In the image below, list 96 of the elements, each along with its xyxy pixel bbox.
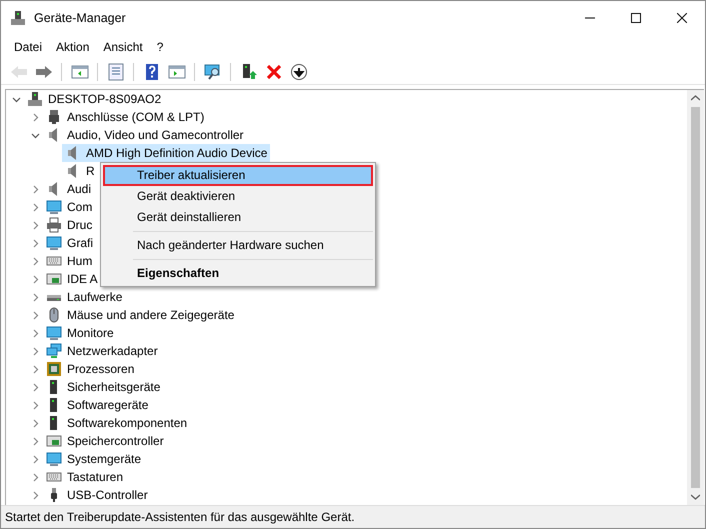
chevron-right-icon[interactable] bbox=[30, 256, 40, 266]
tree-item[interactable]: Tastaturen bbox=[43, 468, 126, 486]
tree-item[interactable]: Grafi bbox=[43, 234, 96, 252]
chevron-right-icon[interactable] bbox=[30, 238, 40, 248]
processor-icon bbox=[46, 361, 62, 377]
device-label: Anschlüsse (COM & LPT) bbox=[67, 110, 204, 124]
menu-item[interactable]: Aktion bbox=[49, 40, 96, 54]
device-label: Speichercontroller bbox=[67, 434, 164, 448]
tree-item[interactable]: Mäuse und andere Zeigegeräte bbox=[43, 306, 238, 324]
device-label: DESKTOP-8S09AO2 bbox=[48, 92, 162, 106]
tree-item[interactable]: DESKTOP-8S09AO2 bbox=[24, 90, 164, 108]
tree-item[interactable]: Com bbox=[43, 198, 96, 216]
menu-item[interactable]: Eigenschaften bbox=[103, 263, 373, 284]
chevron-right-icon[interactable] bbox=[30, 382, 40, 392]
device-label: Audi bbox=[67, 182, 92, 196]
chevron-right-icon[interactable] bbox=[30, 472, 40, 482]
chevron-right-icon[interactable] bbox=[30, 112, 40, 122]
monitor-icon bbox=[46, 451, 62, 467]
chevron-right-icon[interactable] bbox=[30, 292, 40, 302]
tree-item[interactable]: Speichercontroller bbox=[43, 432, 167, 450]
tree-item[interactable]: Laufwerke bbox=[43, 288, 126, 306]
device-label: Laufwerke bbox=[67, 290, 122, 304]
circuit-board-icon bbox=[46, 271, 62, 287]
circuit-board-icon bbox=[46, 433, 62, 449]
device-label: Hum bbox=[67, 254, 92, 268]
device-label: USB-Controller bbox=[67, 488, 148, 502]
window-title: Geräte-Manager bbox=[34, 10, 126, 24]
chevron-right-icon[interactable] bbox=[30, 184, 40, 194]
tree-item[interactable]: Monitore bbox=[43, 324, 117, 342]
chevron-right-icon[interactable] bbox=[30, 310, 40, 320]
tree-item[interactable]: Systemgeräte bbox=[43, 450, 144, 468]
chevron-down-icon[interactable] bbox=[12, 94, 20, 104]
device-label: Mäuse und andere Zeigegeräte bbox=[67, 308, 234, 322]
close-icon[interactable] bbox=[677, 12, 687, 22]
chevron-right-icon[interactable] bbox=[30, 454, 40, 464]
device-label: Systemgeräte bbox=[67, 452, 142, 466]
chevron-right-icon[interactable] bbox=[30, 346, 40, 356]
device-label: Netzwerkadapter bbox=[67, 344, 158, 358]
device-label: AMD High Definition Audio Device bbox=[86, 146, 268, 160]
menu-item[interactable]: Treiber aktualisieren bbox=[103, 165, 373, 186]
device-label: Druc bbox=[67, 218, 92, 232]
monitor-icon bbox=[46, 235, 62, 251]
tree-item[interactable]: USB-Controller bbox=[43, 486, 151, 504]
monitor-icon bbox=[46, 199, 62, 215]
chevron-right-icon[interactable] bbox=[30, 274, 40, 284]
device-label: Tastaturen bbox=[67, 470, 124, 484]
device-label: Sicherheitsgeräte bbox=[67, 380, 160, 394]
chevron-down-icon[interactable] bbox=[30, 130, 40, 140]
scroll-down-icon[interactable] bbox=[691, 494, 700, 500]
status-text: Startet den Treiberupdate-Assistenten für das ausgewählte Gerät. bbox=[1, 505, 705, 528]
device-label: IDE A bbox=[67, 272, 98, 286]
device-label: Com bbox=[67, 200, 92, 214]
computer-icon bbox=[27, 91, 43, 107]
tree-item[interactable]: Hum bbox=[43, 252, 96, 270]
chevron-right-icon[interactable] bbox=[30, 400, 40, 410]
tree-item[interactable]: IDE A bbox=[43, 270, 101, 288]
network-icon bbox=[46, 343, 62, 359]
device-label: Audio, Video und Gamecontroller bbox=[67, 128, 244, 142]
tree-item[interactable]: Softwarekomponenten bbox=[43, 414, 190, 432]
tree-item[interactable]: Prozessoren bbox=[43, 360, 138, 378]
scrollbar[interactable] bbox=[687, 90, 704, 505]
chevron-right-icon[interactable] bbox=[30, 364, 40, 374]
tree-item[interactable]: Netzwerkadapter bbox=[43, 342, 161, 360]
tree-item[interactable]: R bbox=[62, 162, 98, 180]
scroll-up-icon[interactable] bbox=[691, 95, 700, 101]
monitor-icon bbox=[46, 325, 62, 341]
menu-item[interactable]: ? bbox=[150, 40, 170, 54]
maximize-icon[interactable] bbox=[631, 12, 641, 22]
chevron-right-icon[interactable] bbox=[30, 328, 40, 338]
printer-icon bbox=[46, 217, 62, 233]
chevron-right-icon[interactable] bbox=[30, 202, 40, 212]
menu-item[interactable]: Gerät deaktivieren bbox=[103, 186, 373, 207]
menu-item[interactable]: Ansicht bbox=[96, 40, 150, 54]
scroll-thumb[interactable] bbox=[691, 107, 700, 488]
chevron-right-icon[interactable] bbox=[30, 436, 40, 446]
tree-item[interactable]: Sicherheitsgeräte bbox=[43, 378, 164, 396]
chevron-right-icon[interactable] bbox=[30, 418, 40, 428]
menu-item[interactable]: Gerät deinstallieren bbox=[103, 207, 373, 228]
device-label: Prozessoren bbox=[67, 362, 134, 376]
tree-item[interactable]: Druc bbox=[43, 216, 96, 234]
device-label: Grafi bbox=[67, 236, 94, 250]
device-label: Softwaregeräte bbox=[67, 398, 148, 412]
tree-item[interactable]: Anschlüsse (COM & LPT) bbox=[43, 108, 208, 126]
chevron-right-icon[interactable] bbox=[30, 220, 40, 230]
chevron-right-icon[interactable] bbox=[30, 490, 40, 500]
connector-icon bbox=[46, 109, 62, 125]
tree-item[interactable]: Audi bbox=[43, 180, 94, 198]
computer-icon bbox=[10, 10, 26, 26]
device-label: Softwarekomponenten bbox=[67, 416, 188, 430]
menu-item[interactable]: Nach geänderter Hardware suchen bbox=[103, 235, 373, 256]
tree-item[interactable]: Audio, Video und Gamecontroller bbox=[43, 126, 247, 144]
device-label: Monitore bbox=[67, 326, 114, 340]
tree-item[interactable]: Softwaregeräte bbox=[43, 396, 152, 414]
device-label: R bbox=[86, 164, 95, 178]
tree-item[interactable]: AMD High Definition Audio Device bbox=[62, 144, 270, 162]
menu-item[interactable]: Datei bbox=[7, 40, 50, 54]
